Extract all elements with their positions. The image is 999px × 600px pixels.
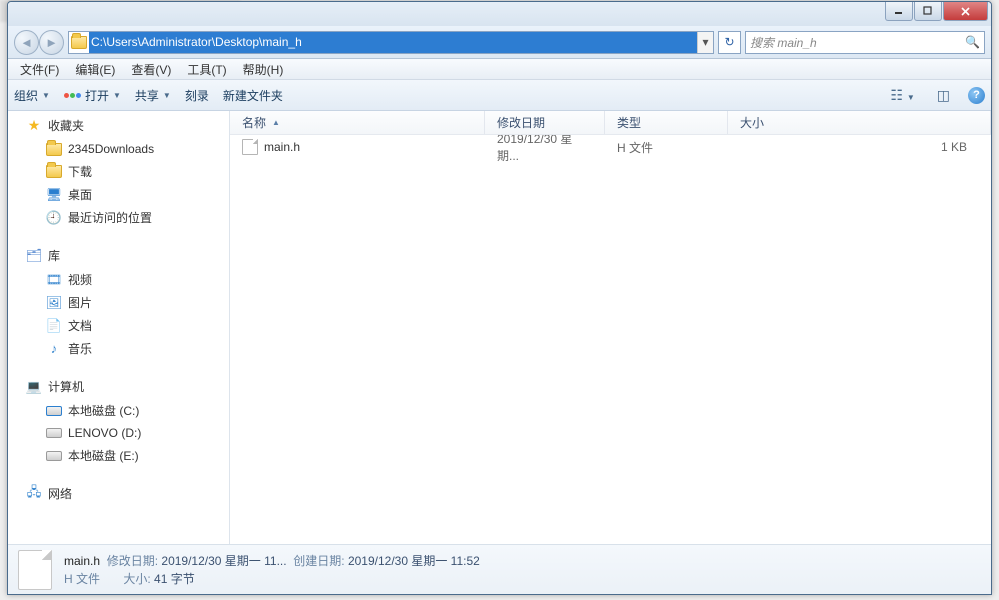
computer-icon: 💻: [26, 379, 42, 395]
burn-button[interactable]: 刻录: [185, 87, 209, 104]
sidebar-item-drive-e[interactable]: 本地磁盘 (E:): [8, 444, 229, 467]
search-placeholder: 搜索 main_h: [750, 34, 817, 51]
view-mode-button[interactable]: ☷ ▼: [886, 87, 918, 104]
open-icon: [64, 93, 81, 98]
menubar: 文件(F) 编辑(E) 查看(V) 工具(T) 帮助(H): [8, 59, 991, 80]
path-text[interactable]: C:\Users\Administrator\Desktop\main_h: [89, 32, 697, 53]
network-group[interactable]: 🖧网络: [8, 481, 229, 506]
sidebar-item-videos[interactable]: 🎞视频: [8, 268, 229, 291]
sidebar-item-2345downloads[interactable]: 2345Downloads: [8, 138, 229, 160]
new-folder-button[interactable]: 新建文件夹: [223, 87, 283, 104]
file-date: 2019/12/30 星期...: [485, 135, 605, 164]
sidebar-item-documents[interactable]: 📄文档: [8, 314, 229, 337]
drive-icon: [46, 448, 62, 464]
help-icon[interactable]: ?: [968, 87, 985, 104]
col-name[interactable]: 名称▲: [230, 111, 485, 134]
video-icon: 🎞: [46, 272, 62, 288]
file-name: main.h: [264, 140, 300, 154]
sidebar-item-music[interactable]: ♪音乐: [8, 337, 229, 360]
nav-arrows: ◄ ►: [14, 30, 64, 55]
picture-icon: 🖼: [46, 295, 62, 311]
col-size[interactable]: 大小: [728, 111, 991, 134]
star-icon: ★: [26, 118, 42, 134]
menu-help[interactable]: 帮助(H): [235, 61, 292, 78]
file-list-area: 名称▲ 修改日期 类型 大小 main.h 2019/12/30 星期... H…: [230, 111, 991, 544]
sidebar-item-drive-c[interactable]: 本地磁盘 (C:): [8, 399, 229, 422]
drive-icon: [46, 403, 62, 419]
library-icon: 🗂: [26, 248, 42, 264]
computer-group[interactable]: 💻计算机: [8, 374, 229, 399]
recent-icon: 🕘: [46, 210, 62, 226]
details-filename: main.h: [64, 554, 100, 568]
share-button[interactable]: 共享▼: [135, 87, 171, 104]
music-icon: ♪: [46, 341, 62, 357]
path-dropdown-icon[interactable]: ▾: [697, 32, 713, 53]
column-headers: 名称▲ 修改日期 类型 大小: [230, 111, 991, 135]
explorer-window: ◄ ► C:\Users\Administrator\Desktop\main_…: [7, 1, 992, 595]
menu-view[interactable]: 查看(V): [123, 61, 179, 78]
open-button[interactable]: 打开▼: [64, 87, 121, 104]
folder-icon: [46, 141, 62, 157]
col-type[interactable]: 类型: [605, 111, 728, 134]
folder-icon: [46, 164, 62, 180]
sidebar-item-recent[interactable]: 🕘最近访问的位置: [8, 206, 229, 229]
organize-button[interactable]: 组织▼: [14, 87, 50, 104]
desktop-icon: 🖥: [46, 187, 62, 203]
file-rows[interactable]: main.h 2019/12/30 星期... H 文件 1 KB: [230, 135, 991, 544]
sidebar-item-downloads[interactable]: 下载: [8, 160, 229, 183]
network-icon: 🖧: [26, 486, 42, 502]
preview-pane-button[interactable]: ◫: [933, 87, 954, 104]
details-filetype: H 文件: [64, 572, 100, 586]
refresh-button[interactable]: ↻: [718, 31, 741, 54]
sidebar-item-drive-d[interactable]: LENOVO (D:): [8, 422, 229, 444]
nav-tree[interactable]: ★收藏夹 2345Downloads 下载 🖥桌面 🕘最近访问的位置 🗂库 🎞视…: [8, 111, 230, 544]
path-box[interactable]: C:\Users\Administrator\Desktop\main_h ▾: [68, 31, 714, 54]
search-input[interactable]: 搜索 main_h 🔍: [745, 31, 985, 54]
sidebar-item-desktop[interactable]: 🖥桌面: [8, 183, 229, 206]
minimize-button[interactable]: [885, 2, 913, 21]
sidebar-item-pictures[interactable]: 🖼图片: [8, 291, 229, 314]
menu-tools[interactable]: 工具(T): [179, 61, 234, 78]
sort-asc-icon: ▲: [272, 118, 280, 127]
menu-file[interactable]: 文件(F): [12, 61, 67, 78]
maximize-button[interactable]: [914, 2, 942, 21]
forward-button[interactable]: ►: [39, 30, 64, 55]
file-type: H 文件: [605, 139, 728, 156]
titlebar[interactable]: [8, 2, 991, 26]
back-button[interactable]: ◄: [14, 30, 39, 55]
search-icon[interactable]: 🔍: [965, 35, 980, 49]
file-icon: [242, 139, 258, 155]
address-bar: ◄ ► C:\Users\Administrator\Desktop\main_…: [8, 26, 991, 59]
close-button[interactable]: [943, 2, 988, 21]
details-pane: main.h 修改日期: 2019/12/30 星期一 11... 创建日期: …: [8, 544, 991, 594]
favorites-group[interactable]: ★收藏夹: [8, 113, 229, 138]
file-size: 1 KB: [728, 140, 991, 154]
toolbar: 组织▼ 打开▼ 共享▼ 刻录 新建文件夹 ☷ ▼ ◫ ?: [8, 80, 991, 111]
col-date[interactable]: 修改日期: [485, 111, 605, 134]
libraries-group[interactable]: 🗂库: [8, 243, 229, 268]
file-row[interactable]: main.h 2019/12/30 星期... H 文件 1 KB: [230, 135, 991, 157]
drive-icon: [46, 425, 62, 441]
folder-icon: [69, 36, 89, 49]
document-icon: 📄: [46, 318, 62, 334]
menu-edit[interactable]: 编辑(E): [67, 61, 123, 78]
details-file-icon: [18, 550, 52, 590]
